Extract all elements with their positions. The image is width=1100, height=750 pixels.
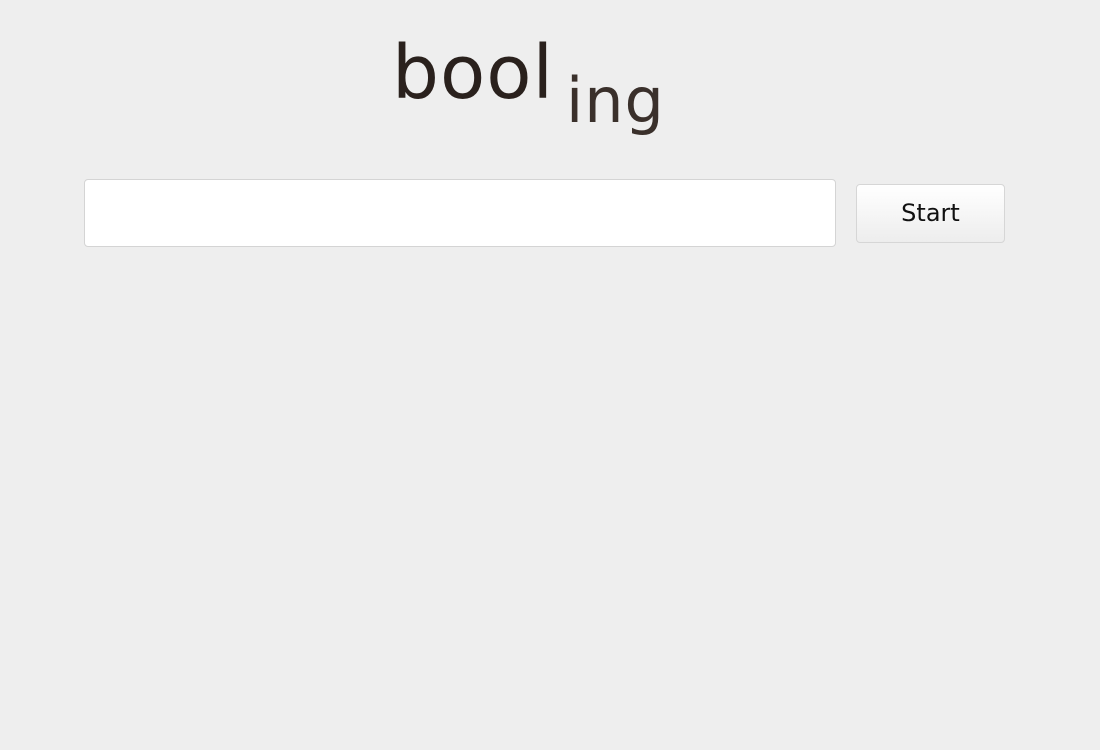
logo: bool ing: [0, 0, 1100, 160]
start-button[interactable]: Start: [856, 184, 1005, 243]
search-input[interactable]: [84, 179, 836, 247]
logo-suffix-text: ing: [566, 64, 665, 137]
logo-main-text: bool: [392, 30, 555, 116]
